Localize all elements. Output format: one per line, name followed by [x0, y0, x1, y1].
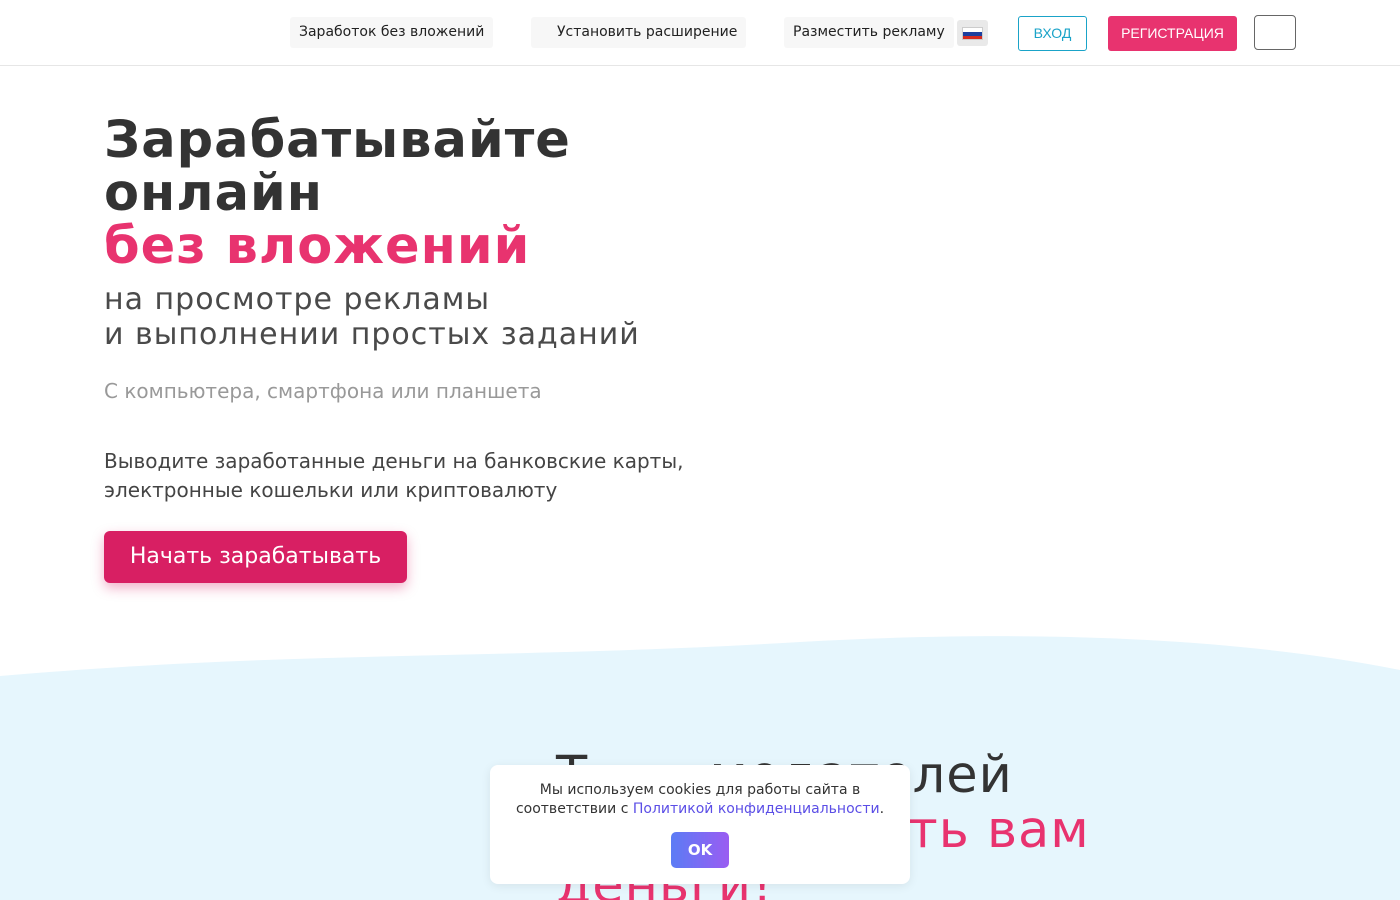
- hero-devices-text: С компьютера, смартфона или планшета: [104, 379, 542, 403]
- login-button[interactable]: ВХОД: [1018, 16, 1087, 51]
- start-earning-button[interactable]: Начать зарабатывать: [104, 531, 407, 583]
- hero-withdraw-line1: Выводите заработанные деньги на банковск…: [104, 449, 684, 473]
- hero-title-line1: Зарабатывайте: [104, 111, 571, 170]
- menu-toggle-button[interactable]: [1254, 15, 1296, 50]
- cookie-text: Мы используем cookies для работы сайта в…: [506, 781, 894, 819]
- register-button[interactable]: РЕГИСТРАЦИЯ: [1108, 16, 1237, 51]
- hero-subtitle-line2: и выполнении простых заданий: [104, 317, 640, 352]
- russia-flag-icon: [962, 27, 983, 40]
- hero-withdraw-line2: электронные кошельки или криптовалюту: [104, 478, 558, 502]
- site-header: Заработок без вложений Установить расшир…: [0, 0, 1400, 66]
- hero-title-accent: без вложений: [104, 217, 531, 276]
- language-selector[interactable]: [957, 20, 988, 46]
- cookie-banner: Мы используем cookies для работы сайта в…: [490, 765, 910, 884]
- nav-install-extension[interactable]: Установить расширение: [531, 17, 747, 48]
- nav-place-ad[interactable]: Разместить рекламу: [784, 17, 954, 48]
- cookie-ok-button[interactable]: OK: [671, 832, 729, 868]
- hero-title: Зарабатывайте онлайн без вложений: [104, 114, 571, 273]
- nav-earn-without-investment[interactable]: Заработок без вложений: [290, 17, 494, 48]
- privacy-policy-link[interactable]: Политикой конфиденциальности: [633, 801, 880, 817]
- hero-subtitle-line1: на просмотре рекламы: [104, 282, 491, 317]
- hero-title-line2: онлайн: [104, 164, 324, 223]
- cookie-text-after: .: [879, 801, 885, 817]
- hero-withdraw-text: Выводите заработанные деньги на банковск…: [104, 447, 683, 505]
- hero-subtitle: на просмотре рекламы и выполнении просты…: [104, 282, 640, 352]
